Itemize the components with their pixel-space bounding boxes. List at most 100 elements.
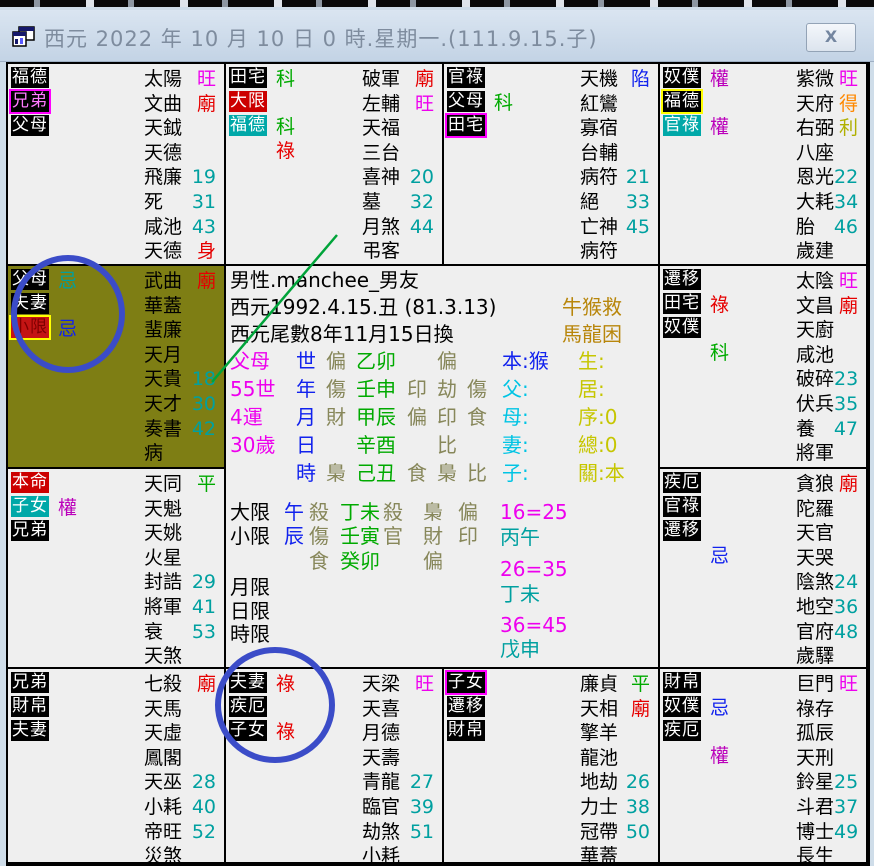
close-button[interactable]: X — [806, 23, 856, 52]
bazi-token: 母: — [502, 405, 529, 430]
star-name: 月德 — [362, 721, 400, 745]
star-row: 八座 — [796, 141, 858, 165]
star-name: 天喜 — [362, 697, 400, 721]
star-value: 平 — [197, 472, 216, 496]
star-name: 天梁 — [362, 672, 400, 696]
palace-badge: 子女 — [447, 672, 485, 693]
palace-badge: 田宅 — [229, 67, 267, 88]
palace-fude[interactable]: 福德兄弟父母太陽旺文曲廟天鉞天德飛廉19死31咸池43天德身 — [8, 64, 226, 266]
star-value: 24 — [834, 570, 858, 594]
star-row: 天府得 — [796, 92, 858, 116]
star-row: 青龍27 — [362, 770, 434, 794]
star-row: 文昌廟 — [796, 294, 858, 318]
limit-token: 辰 — [284, 524, 304, 549]
star-value: 陷 — [631, 67, 650, 91]
star-row: 龍池 — [580, 746, 650, 770]
palace-badge: 本命 — [11, 472, 49, 493]
star-value: 廟 — [197, 269, 216, 293]
star-value: 身 — [197, 239, 216, 263]
star-name: 天機 — [580, 67, 618, 91]
birth-info-line: 男性.manchee_男友 — [230, 268, 419, 293]
star-value: 52 — [192, 820, 216, 844]
star-row: 天德 — [144, 141, 216, 165]
bazi-token: 總:0 — [578, 433, 617, 458]
palace-guanlu[interactable]: 官祿父母科田宅天機陷紅鸞寡宿台輔病符21絕33亡神45病符 — [444, 64, 660, 266]
star-value: 49 — [834, 820, 858, 844]
palace-qianyi[interactable]: 遷移田宅祿奴僕科太陰旺文昌廟天廚咸池破碎23伏兵35養47將軍 — [660, 266, 868, 469]
star-name: 鳳閣 — [144, 746, 182, 770]
star-row: 孤辰 — [796, 721, 858, 745]
star-row: 地劫26 — [580, 770, 650, 794]
star-row: 伏兵35 — [796, 392, 858, 416]
star-value: 28 — [192, 770, 216, 794]
star-name: 封誥 — [144, 570, 182, 594]
star-value: 23 — [834, 367, 858, 391]
palace-xiongdi[interactable]: 兄弟財帛夫妻七殺廟天馬天虛鳳閣天巫28小耗40帝旺52災煞 — [8, 669, 226, 864]
star-name: 天德 — [144, 141, 182, 165]
star-value: 18 — [192, 367, 216, 391]
palace-fumu[interactable]: 父母忌夫妻小限忌武曲廟華蓋蜚廉天月天貴18天才30奏書42病 — [8, 266, 226, 469]
star-row: 力士38 — [580, 795, 650, 819]
palace-badge: 田宅 — [447, 115, 485, 136]
star-name: 天馬 — [144, 697, 182, 721]
birth-info-line: 西元1992.4.15.丑 (81.3.13) — [230, 295, 496, 320]
star-row: 將軍41 — [144, 595, 216, 619]
star-value: 廟 — [839, 472, 858, 496]
palace-fuqi[interactable]: 夫妻祿疾厄子女祿天梁旺天喜月德天壽青龍27臨官39劫煞51小耗 — [226, 669, 444, 864]
star-row: 華蓋 — [144, 294, 216, 318]
palace-ji-e[interactable]: 疾厄官祿遷移忌貪狼廟陀羅天官天哭陰煞24地空36官府48歲驛 — [660, 469, 868, 669]
palace-nupu[interactable]: 奴僕權福德官祿權紫微旺天府得右弼利八座恩光22大耗34胎46歲建 — [660, 64, 868, 266]
transform-mark: 忌 — [58, 270, 77, 292]
star-name: 蜚廉 — [144, 318, 182, 342]
star-row: 天煞 — [144, 644, 216, 668]
star-row: 恩光22 — [796, 165, 858, 189]
star-row: 蜚廉 — [144, 318, 216, 342]
palace-zinv[interactable]: 子女遷移財帛廉貞平天相廟擎羊龍池地劫26力士38冠帶50華蓋 — [444, 669, 660, 864]
bazi-token: 日 — [296, 433, 316, 458]
decade-range-token: 丙午 — [500, 525, 540, 550]
bazi-token: 梟 — [326, 461, 346, 486]
star-name: 七殺 — [144, 672, 182, 696]
bazi-token: 年 — [296, 377, 316, 402]
star-value: 37 — [834, 795, 858, 819]
limit-token: 小限 — [230, 524, 270, 549]
star-value: 38 — [626, 795, 650, 819]
star-row: 歲建 — [796, 239, 858, 263]
star-name: 養 — [796, 417, 815, 441]
star-row: 三台 — [362, 141, 434, 165]
star-row: 太陰旺 — [796, 269, 858, 293]
window-title: 西元 2022 年 10 月 10 日 0 時.星期一.(111.9.15.子) — [44, 23, 598, 53]
star-row: 歲驛 — [796, 644, 858, 668]
limit-token: 午 — [284, 500, 304, 525]
star-name: 胎 — [796, 215, 815, 239]
palace-badge: 官祿 — [663, 115, 701, 136]
star-value: 旺 — [839, 67, 858, 91]
star-name: 破碎 — [796, 367, 834, 391]
app-icon — [12, 26, 36, 52]
palace-ming[interactable]: 本命子女權兄弟天同平天魁天姚火星封誥29將軍41衰53天煞 — [8, 469, 226, 669]
star-value: 得 — [839, 92, 858, 116]
star-row: 武曲廟 — [144, 269, 216, 293]
bazi-token: 己丑 — [356, 461, 396, 486]
star-name: 華蓋 — [144, 294, 182, 318]
star-row: 死31 — [144, 190, 216, 214]
star-name: 天魁 — [144, 497, 182, 521]
star-name: 火星 — [144, 546, 182, 570]
star-name: 天刑 — [796, 746, 834, 770]
palace-tianzhai[interactable]: 田宅科大限福德科祿破軍廟左輔旺天福三台喜神20墓32月煞44弔客 — [226, 64, 444, 266]
bazi-token: 比 — [437, 433, 457, 458]
limit-token: 食 — [309, 549, 329, 574]
bazi-token: 印 — [437, 405, 457, 430]
palace-caibo[interactable]: 財帛奴僕忌疾厄權巨門旺祿存孤辰天刑鈴星25斗君37博士49長生 — [660, 669, 868, 864]
palace-badge: 子女 — [11, 496, 49, 517]
star-row: 病 — [144, 441, 216, 465]
star-name: 冠帶 — [580, 820, 618, 844]
star-value: 26 — [626, 770, 650, 794]
star-row: 病符21 — [580, 165, 650, 189]
star-name: 博士 — [796, 820, 834, 844]
titlebar[interactable]: 西元 2022 年 10 月 10 日 0 時.星期一.(111.9.15.子)… — [0, 10, 874, 62]
star-value: 32 — [410, 190, 434, 214]
star-row: 鳳閣 — [144, 746, 216, 770]
bazi-token: 本:猴 — [502, 349, 549, 374]
bazi-token: 乙卯 — [356, 349, 396, 374]
